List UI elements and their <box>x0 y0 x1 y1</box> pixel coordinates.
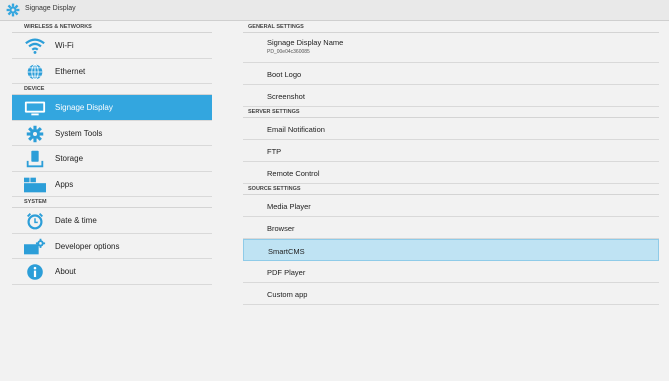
settings-gear-icon <box>6 3 20 17</box>
section-header-general: GENERAL SETTINGS <box>243 22 659 33</box>
remote-control-item[interactable]: Remote Control <box>243 162 659 184</box>
item-label: Screenshot <box>267 92 305 101</box>
gear-icon <box>26 125 44 142</box>
category-system-tools[interactable]: System Tools <box>12 121 212 146</box>
category-date-time[interactable]: Date & time <box>12 208 212 234</box>
info-icon <box>27 264 43 280</box>
category-label: About <box>55 267 76 276</box>
browser-item[interactable]: Browser <box>243 217 659 239</box>
section-header-system: SYSTEM <box>12 197 212 208</box>
smartcms-item[interactable]: SmartCMS <box>243 239 659 261</box>
settings-category-list: WIRELESS & NETWORKS Wi-Fi Ethernet DEVIC… <box>12 22 212 285</box>
email-notification-item[interactable]: Email Notification <box>243 118 659 140</box>
item-label: PDF Player <box>267 268 306 277</box>
category-label: Ethernet <box>55 66 86 76</box>
ethernet-globe-icon <box>27 63 43 80</box>
category-label: Apps <box>55 179 74 189</box>
storage-icon <box>26 150 44 168</box>
screenshot-item[interactable]: Screenshot <box>243 85 659 107</box>
category-label: Wi-Fi <box>55 41 74 50</box>
ftp-item[interactable]: FTP <box>243 140 659 162</box>
category-about[interactable]: About <box>12 259 212 285</box>
item-value: PD_00e04c360085 <box>267 49 310 55</box>
item-label: FTP <box>267 147 282 156</box>
category-label: System Tools <box>55 128 103 138</box>
settings-detail-list: GENERAL SETTINGS Signage Display Name PD… <box>243 22 659 305</box>
apps-icon <box>24 177 46 192</box>
item-label: Remote Control <box>267 169 320 178</box>
pdf-player-item[interactable]: PDF Player <box>243 261 659 283</box>
developer-options-icon <box>24 238 46 254</box>
boot-logo-item[interactable]: Boot Logo <box>243 63 659 85</box>
category-label: Developer options <box>55 241 120 251</box>
window-title: Signage Display <box>25 5 76 12</box>
item-label: Custom app <box>267 290 308 299</box>
media-player-item[interactable]: Media Player <box>243 195 659 217</box>
category-apps[interactable]: Apps <box>12 172 212 197</box>
category-label: Storage <box>55 154 84 163</box>
item-label: Browser <box>267 224 295 233</box>
category-label: Date & time <box>55 216 97 225</box>
item-label: Media Player <box>267 202 311 211</box>
title-bar: Signage Display <box>0 0 669 21</box>
item-label: SmartCMS <box>268 247 305 256</box>
category-ethernet[interactable]: Ethernet <box>12 59 212 84</box>
signage-display-name-item[interactable]: Signage Display Name PD_00e04c360085 <box>243 33 659 63</box>
wifi-icon <box>25 38 45 54</box>
category-developer-options[interactable]: Developer options <box>12 234 212 259</box>
item-label: Signage Display Name <box>267 38 344 47</box>
category-wifi[interactable]: Wi-Fi <box>12 33 212 59</box>
item-label: Boot Logo <box>267 70 302 79</box>
section-header-device: DEVICE <box>12 84 212 95</box>
clock-icon <box>27 213 43 230</box>
custom-app-item[interactable]: Custom app <box>243 283 659 305</box>
section-header-source: SOURCE SETTINGS <box>243 184 659 195</box>
section-header-server: SERVER SETTINGS <box>243 107 659 118</box>
category-signage-display[interactable]: Signage Display <box>12 95 212 121</box>
section-header-wireless: WIRELESS & NETWORKS <box>12 22 212 33</box>
display-icon <box>24 101 46 116</box>
category-label: Signage Display <box>55 103 113 112</box>
item-label: Email Notification <box>267 125 325 134</box>
category-storage[interactable]: Storage <box>12 146 212 172</box>
